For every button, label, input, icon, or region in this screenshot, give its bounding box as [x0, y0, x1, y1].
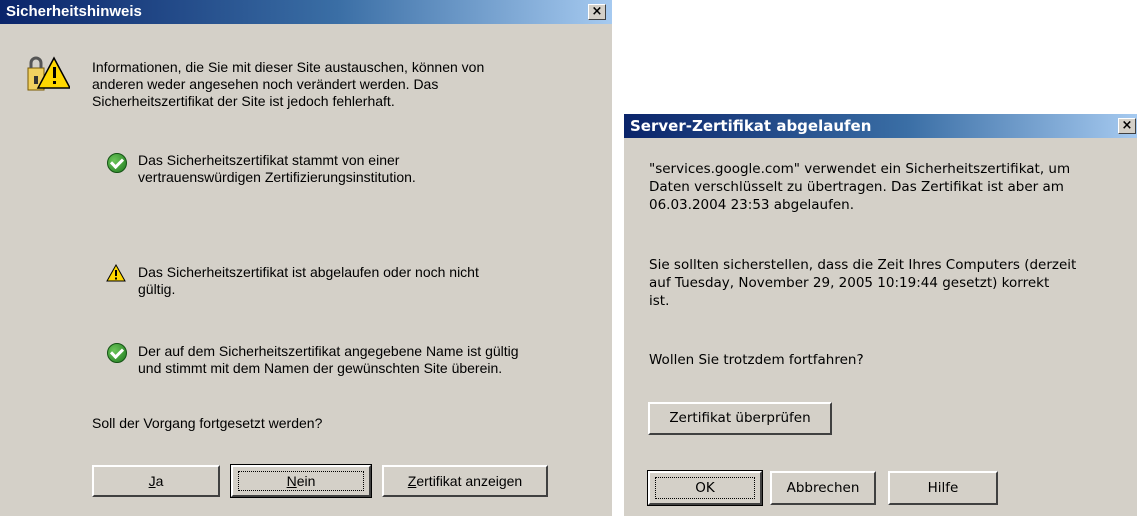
close-icon: ×	[591, 4, 603, 19]
continue-question: Wollen Sie trotzdem fortfahren?	[649, 352, 864, 368]
check-certificate-button[interactable]: Zertifikat überprüfen	[648, 402, 832, 435]
green-check-icon	[107, 343, 127, 363]
green-check-icon	[107, 153, 127, 173]
ok-button[interactable]: OK	[647, 470, 763, 506]
no-button[interactable]: Nein	[230, 464, 372, 498]
intro-text: Informationen, die Sie mit dieser Site a…	[92, 59, 485, 109]
expired-info-text: "services.google.com" verwendet ein Sich…	[649, 161, 1071, 213]
show-certificate-button[interactable]: Zertifikat anzeigen	[382, 465, 548, 497]
server-certificate-expired-dialog: Server-Zertifikat abgelaufen × "services…	[624, 114, 1137, 516]
close-button[interactable]: ×	[1118, 118, 1136, 134]
cancel-button[interactable]: Abbrechen	[770, 471, 876, 505]
close-icon: ×	[1121, 118, 1133, 133]
security-notice-dialog: Sicherheitshinweis × Informationen, die …	[0, 0, 612, 516]
dialog-title: Sicherheitshinweis	[6, 3, 142, 20]
dialog-title-bar[interactable]: Server-Zertifikat abgelaufen	[624, 114, 1137, 138]
check-time-text: Sie sollten sicherstellen, dass die Zeit…	[649, 257, 1077, 309]
continue-question: Soll der Vorgang fortgesetzt werden?	[92, 415, 323, 431]
dialog-title-bar[interactable]: Sicherheitshinweis	[0, 0, 612, 24]
close-button[interactable]: ×	[588, 4, 606, 20]
check-name-text: Der auf dem Sicherheitszertifikat angege…	[138, 343, 519, 376]
yes-button[interactable]: Ja	[92, 465, 220, 497]
warning-triangle-icon	[106, 264, 126, 282]
help-button[interactable]: Hilfe	[888, 471, 998, 505]
check-issuer-text: Das Sicherheitszertifikat stammt von ein…	[138, 152, 416, 185]
check-validity-text: Das Sicherheitszertifikat ist abgelaufen…	[138, 264, 479, 297]
dialog-title: Server-Zertifikat abgelaufen	[630, 117, 872, 135]
security-lock-warning-icon	[27, 56, 70, 91]
